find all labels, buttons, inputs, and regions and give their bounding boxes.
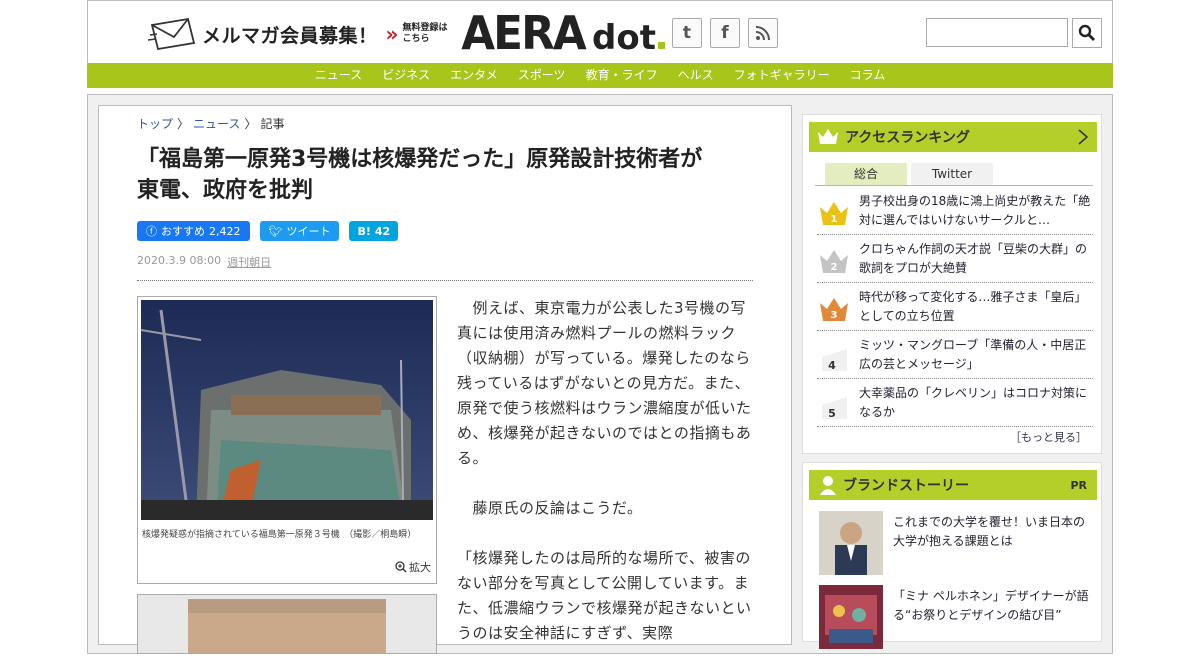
twitter-icon: 🐦︎ [268,224,283,238]
gold-crown-icon: 1 [817,191,851,231]
list-item[interactable]: 4 ミッツ・マングローブ「準備の人・中居正広の芸とメッセージ」 [817,331,1093,379]
search-box [926,18,1102,48]
tab-underline [815,185,1093,186]
bronze-crown-icon: 3 [817,287,851,327]
tweet-button[interactable]: 🐦︎ ツイート [259,221,340,241]
logo-period [658,42,665,49]
list-item[interactable]: 2 クロちゃん作詞の天才説「豆柴の大群」の歌詞をプロが大絶賛 [817,235,1093,283]
mailmag-text: メルマガ会員募集！ [202,24,378,47]
divider [137,280,753,281]
search-input[interactable] [926,18,1068,47]
double-chevron-icon: » [385,22,399,46]
ranking-tabs: 総合 Twitter [825,163,993,185]
social-links: t f [672,18,778,48]
nav-item-business[interactable]: ビジネス [372,63,440,88]
facebook-share-button[interactable]: ⓕ おすすめ 2,422 [137,221,250,241]
article-meta: 2020.3.9 08:00 週刊朝日 [137,254,271,270]
rank-number-icon: 5 [817,383,851,423]
paragraph: 藤原氏の反論はこうだ。 [457,499,643,517]
zoom-icon [395,561,407,573]
article-title: 「福島第一原発3号機は核爆発だった」原発設計技術者が 東電、政府を批判 [137,147,703,203]
breadcrumb-top[interactable]: トップ [137,115,173,132]
site-logo[interactable]: AERA dot [458,7,665,59]
search-icon [1078,24,1095,41]
more-link[interactable]: ［もっと見る］ [1010,429,1087,445]
breadcrumb: トップ 〉 ニュース 〉 記事 [137,115,284,132]
svg-text:5: 5 [828,407,836,420]
list-item[interactable]: 5 大幸薬品の「クレベリン」はコロナ対策になるか [817,379,1093,427]
svg-text:4: 4 [828,359,836,372]
nav-item-entame[interactable]: エンタメ [440,63,508,88]
site-header: メルマガ会員募集！ » 無料登録は こちら AERA dot t f [87,0,1113,64]
zoom-button[interactable]: 拡大 [395,559,431,575]
chevron-right-icon: 〉 [244,117,257,131]
story-thumbnail [819,585,883,649]
article-photo-2[interactable] [137,594,437,654]
logo-aera: AERA [461,6,586,60]
crown-icon [818,129,838,144]
rank-number-icon: 4 [817,335,851,375]
paragraph: 例えば、東京電力が公表した3号機の写真には使用済み燃料プールの燃料ラック（収納棚… [457,299,752,467]
chevron-right-icon: 〉 [177,117,190,131]
article: トップ 〉 ニュース 〉 記事 「福島第一原発3号機は核爆発だった」原発設計技術… [98,105,792,654]
portrait-photo [138,595,436,653]
logo-dot: dot [592,18,656,58]
svg-text:1: 1 [831,214,838,225]
main-nav: ニュース ビジネス エンタメ スポーツ 教育・ライフ ヘルス フォトギャラリー … [87,63,1113,88]
facebook-icon[interactable]: f [710,18,740,48]
person-icon [820,476,836,495]
story-item[interactable]: 「ミナ ペルホネン」デザイナーが語る“お祭りとデザインの結び目” [819,585,1091,649]
brand-story: ブランドストーリー PR これまでの大学を覆せ！いま日本の大学が抱える課題とは … [802,462,1102,649]
facebook-icon: ⓕ [146,225,157,238]
reactor-photo [141,300,433,520]
ranking-header[interactable]: アクセスランキング [809,122,1097,152]
paragraph: 「核爆発したのは局所的な場所で、被害のない部分を写真として公開しています。また、… [457,549,752,642]
story-item[interactable]: これまでの大学を覆せ！いま日本の大学が抱える課題とは [819,511,1091,575]
brand-header: ブランドストーリー PR [809,470,1097,500]
nav-item-education[interactable]: 教育・ライフ [576,63,668,88]
source-link[interactable]: 週刊朝日 [227,254,271,270]
search-button[interactable] [1072,18,1102,48]
pr-badge: PR [1070,478,1087,492]
envelope-icon [147,17,198,51]
mailmag-banner[interactable]: メルマガ会員募集！ » 無料登録は こちら [147,17,448,51]
nav-item-news[interactable]: ニュース [305,63,372,88]
breadcrumb-current: 記事 [260,117,285,131]
free-register-label: 無料登録は こちら [402,23,448,44]
rss-icon[interactable] [748,18,778,48]
svg-text:3: 3 [831,310,838,321]
nav-item-sports[interactable]: スポーツ [508,63,576,88]
tab-overall[interactable]: 総合 [825,163,907,185]
hatena-bookmark-button[interactable]: B! 42 [349,221,399,241]
chevron-right-icon [1078,129,1089,145]
svg-text:2: 2 [831,262,838,273]
photo-caption: 核爆発疑惑が指摘されている福島第一原発３号機 （撮影／桐島瞬） [142,530,417,540]
list-item[interactable]: 1 男子校出身の18歳に鴻上尚史が教えた「絶対に選んではいけないサークルと… [817,187,1093,235]
nav-item-health[interactable]: ヘルス [668,63,724,88]
twitter-icon[interactable]: t [672,18,702,48]
share-buttons: ⓕ おすすめ 2,422 🐦︎ ツイート B! 42 [137,221,399,241]
story-thumbnail [819,511,883,575]
silver-crown-icon: 2 [817,239,851,279]
article-body: 例えば、東京電力が公表した3号機の写真には使用済み燃料プールの燃料ラック（収納棚… [457,296,753,671]
tab-twitter[interactable]: Twitter [911,163,993,185]
ranking-list: 1 男子校出身の18歳に鴻上尚史が教えた「絶対に選んではいけないサークルと… 2… [817,187,1093,427]
access-ranking: アクセスランキング 総合 Twitter 1 男子校出身の18歳に鴻上尚史が教え… [802,114,1102,454]
nav-item-column[interactable]: コラム [840,63,896,88]
list-item[interactable]: 3 時代が移って変化する…雅子さま「皇后」としての立ち位置 [817,283,1093,331]
breadcrumb-news[interactable]: ニュース [193,115,240,132]
nav-item-photo[interactable]: フォトギャラリー [724,63,840,88]
article-photo[interactable]: 核爆発疑惑が指摘されている福島第一原発３号機 （撮影／桐島瞬） 拡大 [137,296,437,584]
publish-date: 2020.3.9 08:00 [137,254,222,267]
